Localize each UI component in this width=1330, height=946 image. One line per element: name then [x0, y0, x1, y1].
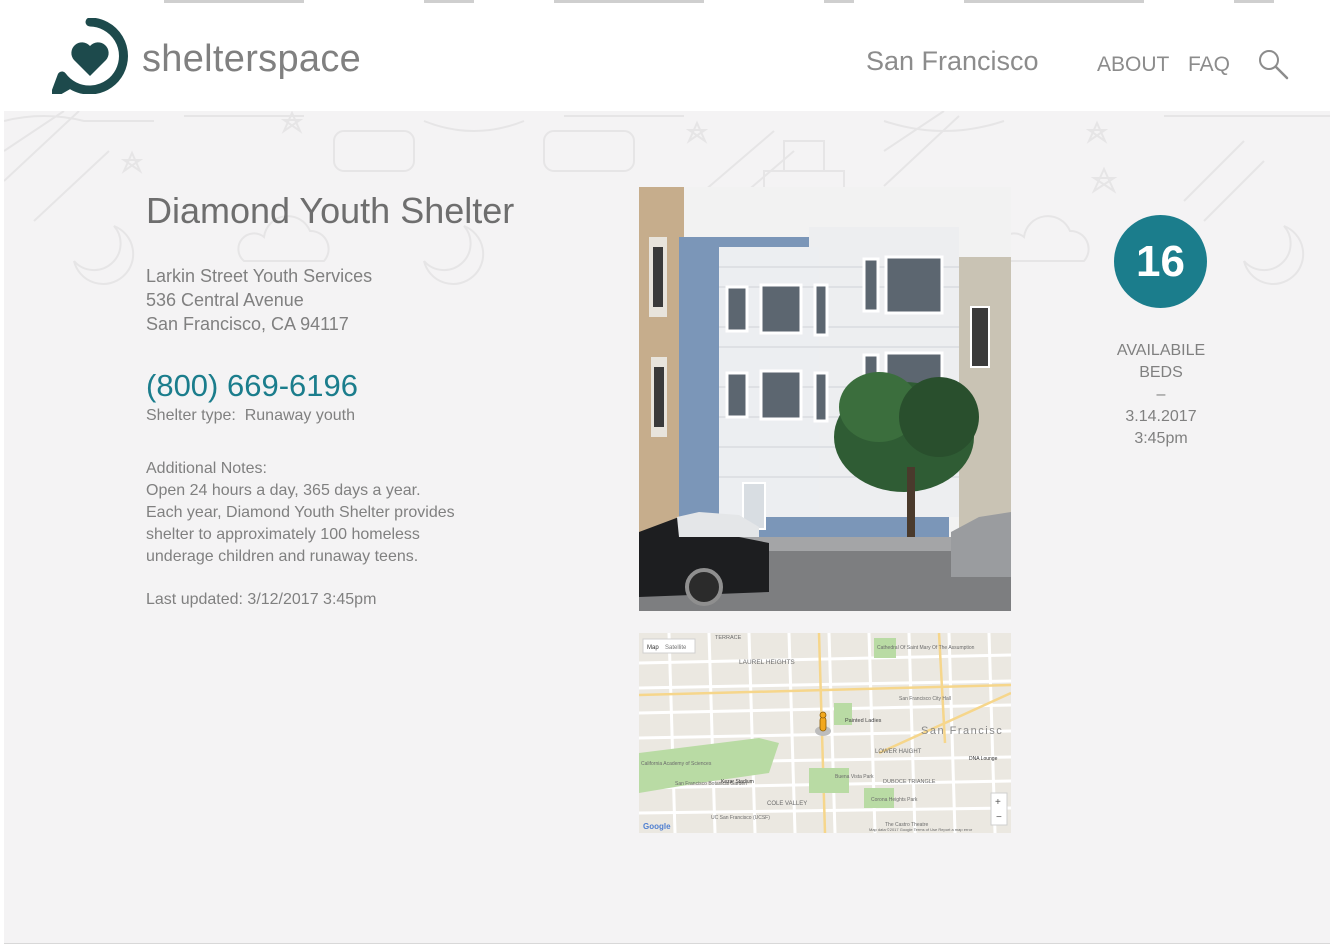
map-label: DUBOCE TRIANGLE — [883, 779, 936, 785]
shelter-title: Diamond Youth Shelter — [146, 190, 515, 231]
search-icon[interactable] — [1257, 48, 1289, 80]
map-label: San Francisco City Hall — [899, 696, 951, 702]
map-tab-map[interactable]: Map — [647, 645, 659, 651]
map-label: San Francisc — [921, 725, 1003, 737]
shelter-type-label: Shelter type: — [146, 407, 236, 424]
availability-date: 3.14.2017 — [1125, 408, 1197, 425]
map-label: Cathedral Of Saint Mary Of The Assumptio… — [877, 645, 975, 651]
nav-faq-link[interactable]: FAQ — [1188, 53, 1230, 77]
map-attribution[interactable]: Map data ©2017 Google Terms of Use Repor… — [869, 827, 973, 832]
map-label: California Academy of Sciences — [641, 761, 712, 767]
availability-info: AVAILABILE BEDS – 3.14.2017 3:45pm — [1101, 340, 1221, 450]
map-label: DNA Lounge — [969, 756, 998, 762]
last-updated: Last updated: 3/12/2017 3:45pm — [146, 591, 377, 608]
shelter-photo — [639, 187, 1011, 611]
availability-separator: – — [1156, 386, 1166, 403]
map-label: LOWER HAIGHT — [875, 749, 922, 755]
map-label: Painted Ladies — [845, 718, 882, 724]
nav-about-link[interactable]: ABOUT — [1097, 53, 1169, 77]
map-label: Corona Heights Park — [871, 797, 918, 803]
notes-line: Each year, Diamond Youth Shelter provide… — [146, 504, 455, 521]
organization-name: Larkin Street Youth Services — [146, 266, 373, 286]
map-zoom-in-button[interactable]: + — [995, 797, 1001, 808]
phone-link[interactable]: (800) 669-6196 — [146, 368, 358, 404]
additional-notes: Additional Notes: Open 24 hours a day, 3… — [146, 458, 476, 568]
map-google-logo: Google — [643, 822, 671, 831]
brand-name[interactable]: shelterspace — [142, 38, 361, 81]
map-label: TERRACE — [715, 635, 742, 641]
availability-time: 3:45pm — [1134, 430, 1188, 447]
map-label: Buena Vista Park — [835, 774, 874, 780]
shelter-type: Shelter type: Runaway youth — [146, 407, 355, 425]
city-selector[interactable]: San Francisco — [866, 46, 1039, 77]
shelter-address: Larkin Street Youth Services 536 Central… — [146, 264, 372, 336]
availability-label: BEDS — [1139, 364, 1183, 381]
site-header: shelterspace San Francisco ABOUT FAQ — [4, 0, 1330, 111]
map-zoom-out-button[interactable]: − — [996, 812, 1002, 823]
shelter-type-value: Runaway youth — [244, 407, 356, 424]
heart-in-circle-icon[interactable] — [52, 18, 128, 94]
location-map[interactable]: Map Satellite TERRACE LAUREL HEIGHTS Cat… — [639, 633, 1011, 833]
top-decoration — [164, 0, 1274, 3]
available-beds-count: 16 — [1114, 215, 1207, 308]
street-address: 536 Central Avenue — [146, 290, 304, 310]
notes-line: Open 24 hours a day, 365 days a year. — [146, 482, 421, 499]
map-label: UC San Francisco (UCSF) — [711, 815, 770, 821]
map-label: COLE VALLEY — [767, 801, 807, 807]
notes-line: shelter to approximately 100 homeless — [146, 526, 420, 543]
map-tab-satellite[interactable]: Satellite — [665, 645, 687, 651]
map-label: Kezar Stadium — [721, 779, 754, 785]
notes-heading: Additional Notes: — [146, 460, 267, 477]
map-label: LAUREL HEIGHTS — [739, 659, 795, 666]
availability-label: AVAILABILE — [1116, 342, 1206, 359]
notes-line: underage children and runaway teens. — [146, 548, 419, 565]
page: shelterspace San Francisco ABOUT FAQ Dia… — [4, 0, 1330, 944]
city-state-zip: San Francisco, CA 94117 — [146, 314, 349, 334]
